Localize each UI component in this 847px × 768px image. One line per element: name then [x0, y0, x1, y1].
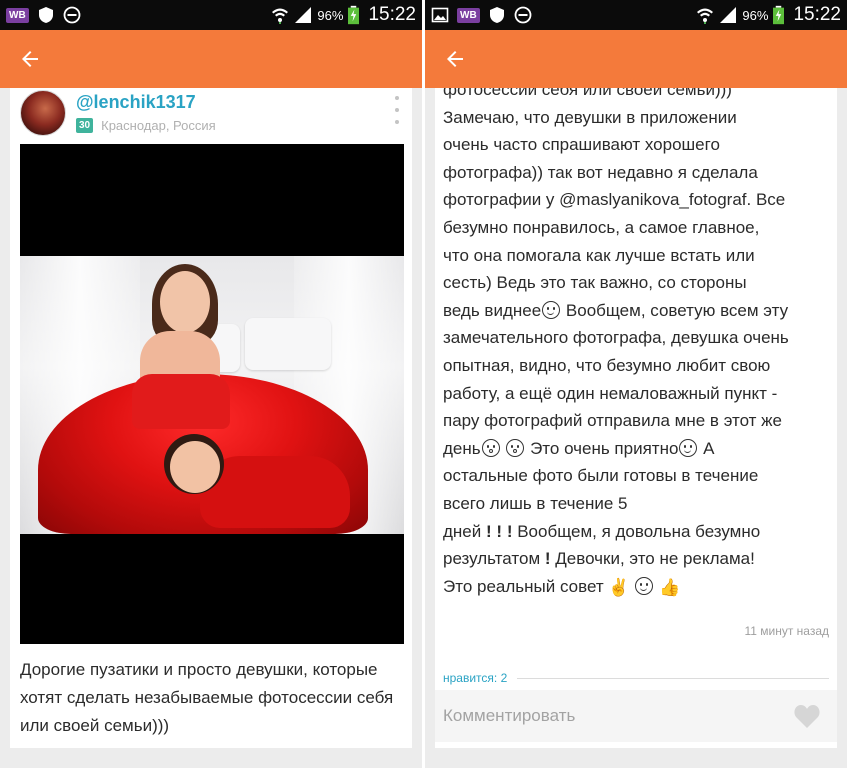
text-fragment: Вообщем, я довольна безумно [512, 521, 761, 541]
divider [517, 677, 829, 679]
post-header: @lenchik1317 30 Краснодар, Россия [20, 90, 402, 140]
post-photo[interactable] [20, 144, 404, 644]
text-line: сесть) Ведь это так важно, со стороны [443, 273, 747, 293]
author-meta: 30 Краснодар, Россия [76, 118, 216, 133]
text-line: результатом ! Девочки, это не реклама! [443, 545, 829, 573]
surprised-emoji-icon [481, 438, 500, 457]
app-bar [0, 30, 422, 88]
likes-row: нравится: 2 [443, 668, 829, 688]
comment-input[interactable] [443, 706, 793, 726]
more-vertical-icon[interactable] [392, 96, 402, 124]
text-fragment: день [443, 438, 481, 458]
back-arrow-icon[interactable] [18, 47, 42, 71]
thumbs-up-icon: 👍 [659, 577, 681, 597]
text-line: замечательного фотографа, девушка очень [443, 328, 789, 348]
text-line: пару фотографий отправила мне в этот же [443, 411, 783, 431]
app-bar [425, 30, 847, 88]
battery-percent: 96% [742, 7, 769, 23]
post-content: @lenchik1317 30 Краснодар, Россия Дороги… [0, 88, 422, 768]
minus-circle-icon [514, 6, 532, 24]
text-fragment: ведь виднее [443, 300, 542, 320]
text-fragment: Девочки, это не реклама! [550, 549, 755, 569]
text-fragment: результатом [443, 549, 541, 569]
text-line: фотографии у @maslyanikova_fotograf. Все [443, 190, 786, 210]
shield-icon [38, 7, 53, 23]
age-badge: 30 [76, 118, 94, 133]
signal-icon [720, 7, 737, 23]
text-line: что она помогала как лучше встать или [443, 245, 755, 265]
post-card: @lenchik1317 30 Краснодар, Россия Дороги… [10, 88, 412, 748]
image-icon [431, 7, 449, 23]
exclamation-emoji: ! [486, 521, 492, 541]
likes-count[interactable]: нравится: 2 [443, 671, 507, 685]
status-bar: WB 96% 15:22 [425, 0, 847, 30]
right-screen: WB 96% 15:22 фотосессии себя или своей с… [425, 0, 847, 768]
text-fragment: Вообщем, советую всем эту [561, 300, 789, 320]
avatar[interactable] [20, 90, 66, 136]
comment-bar [435, 690, 837, 742]
text-line: фотосессии себя или своей семьи))) [443, 88, 732, 99]
exclamation-emoji: ! [496, 521, 503, 541]
text-line: Это реальный совет ✌ 👍 [443, 573, 829, 601]
wb-app-badge: WB [6, 7, 29, 23]
battery-icon [348, 5, 360, 25]
clock: 15:22 [368, 4, 416, 25]
text-fragment: Это очень приятно [525, 438, 679, 458]
shield-icon [489, 7, 504, 23]
surprised-emoji-icon [506, 438, 525, 457]
battery-icon [773, 5, 785, 25]
post-content: фотосессии себя или своей семьи))) Замеч… [425, 88, 847, 768]
text-line: всего лишь в течение 5 [443, 493, 628, 513]
text-fragment: Это реальный совет [443, 576, 604, 596]
username[interactable]: @lenchik1317 [76, 92, 196, 113]
text-line: ведь виднее Вообщем, советую всем эту [443, 297, 829, 325]
smile-emoji-icon [635, 576, 654, 595]
post-text: фотосессии себя или своей семьи))) Замеч… [443, 88, 829, 600]
left-screen: WB 96% 15:22 @lenchik1317 30 Краснодар, … [0, 0, 422, 768]
location: Краснодар, Россия [101, 118, 216, 133]
text-line: дней ! ! ! Вообщем, я довольна безумно [443, 518, 829, 546]
smile-emoji-icon [679, 438, 698, 457]
post-card: фотосессии себя или своей семьи))) Замеч… [435, 88, 837, 748]
photo-scene [20, 256, 404, 534]
post-text: Дорогие пузатики и просто девушки, котор… [20, 660, 394, 735]
text-fragment: А [698, 438, 715, 458]
text-line: Замечаю, что девушки в приложении [443, 107, 737, 127]
text-line: безумно понравилось, а самое главное, [443, 217, 760, 237]
text-line: день Это очень приятно А [443, 435, 829, 463]
post-timestamp: 11 минут назад [744, 624, 829, 638]
wifi-icon [697, 8, 714, 24]
victory-hand-icon: ✌ [608, 577, 630, 597]
wb-app-badge: WB [457, 7, 480, 23]
smile-emoji-icon [542, 300, 561, 319]
clock: 15:22 [793, 4, 841, 25]
back-arrow-icon[interactable] [443, 47, 467, 71]
text-line: очень часто спрашивают хорошего [443, 135, 720, 155]
text-line: остальные фото были готовы в течение [443, 466, 759, 486]
text-line: опытная, видно, что безумно любит свою [443, 355, 771, 375]
wifi-icon [272, 8, 289, 24]
signal-icon [295, 7, 312, 23]
text-line: фотографа)) так вот недавно я сделала [443, 162, 758, 182]
minus-circle-icon [63, 6, 81, 24]
battery-percent: 96% [317, 7, 344, 23]
text-line: работу, а ещё один немаловажный пункт - [443, 383, 778, 403]
text-fragment: дней [443, 521, 482, 541]
status-bar: WB 96% 15:22 [0, 0, 422, 30]
heart-icon[interactable] [793, 703, 821, 729]
